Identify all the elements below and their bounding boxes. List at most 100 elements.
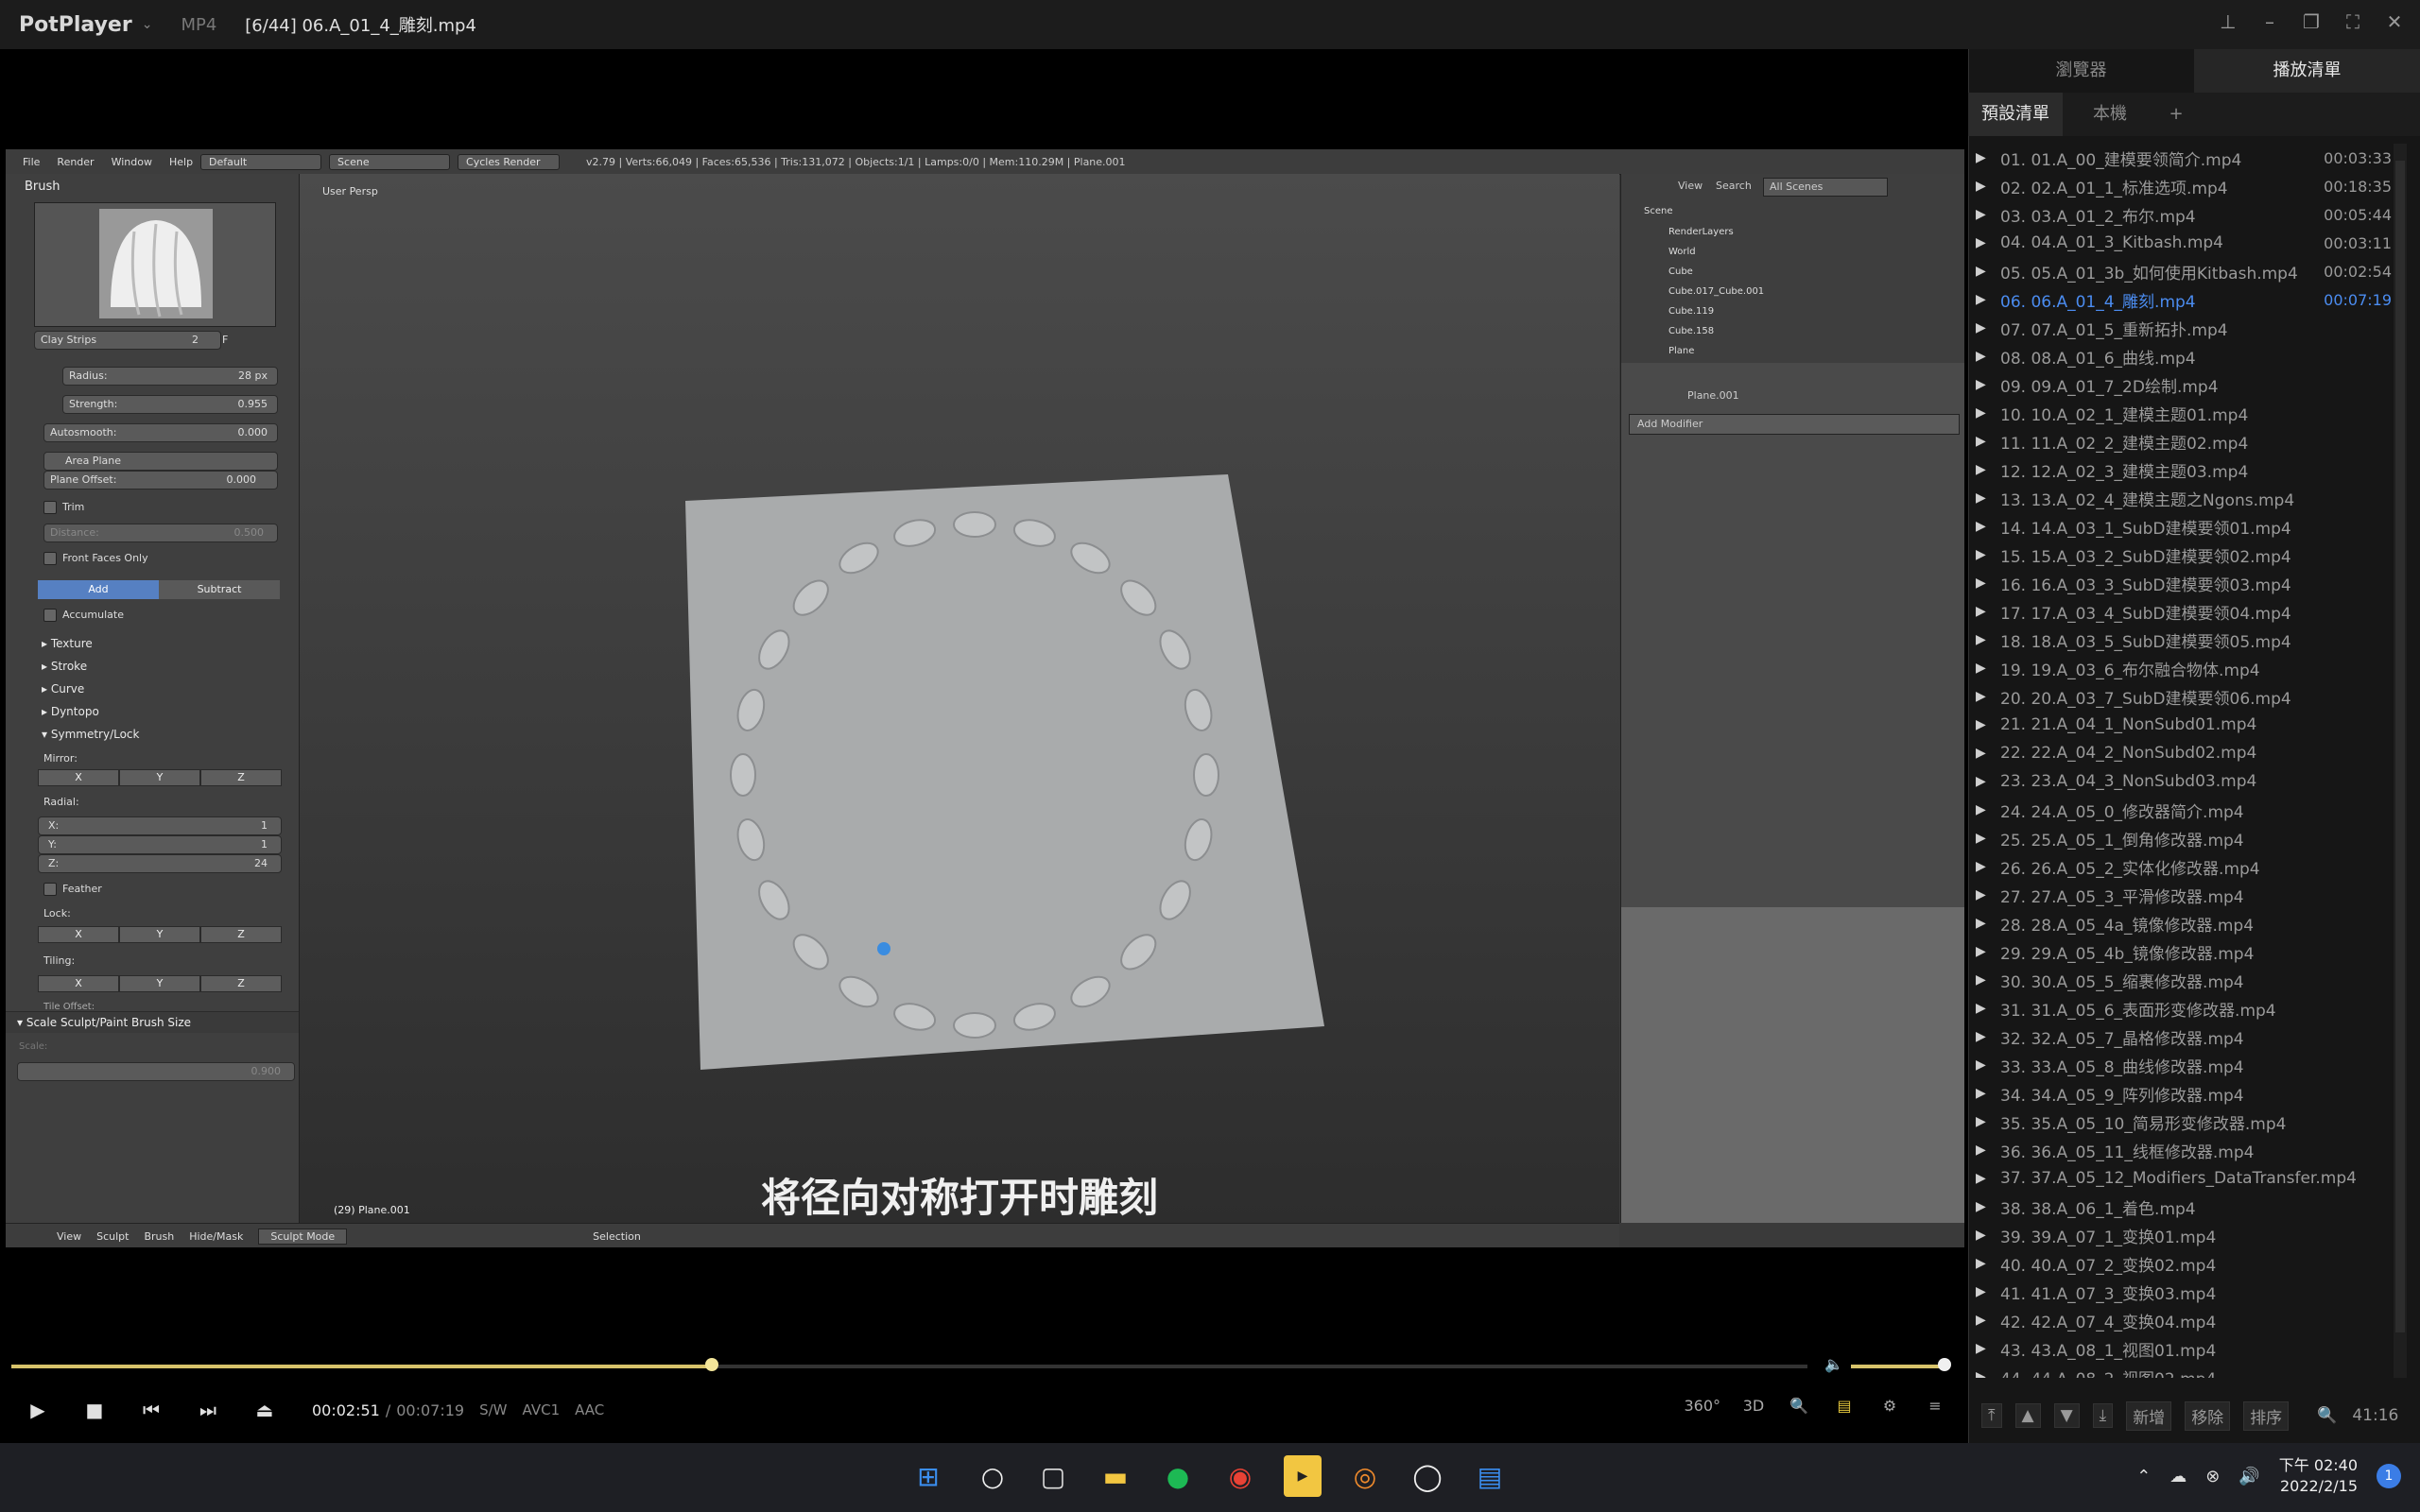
- remove-button[interactable]: 移除: [2185, 1400, 2231, 1431]
- subtab-local[interactable]: 本機: [2063, 93, 2157, 136]
- zoom-search-icon[interactable]: 🔍: [1787, 1397, 1811, 1415]
- windows-start-icon[interactable]: ⊞: [909, 1455, 947, 1497]
- search-app-icon[interactable]: ◯: [1409, 1455, 1446, 1497]
- playlist-item[interactable]: ▶ 08. 08.A_01_6_曲线.mp4: [1976, 342, 2392, 370]
- subtitle-icon[interactable]: ▤: [1832, 1397, 1857, 1415]
- playlist-item[interactable]: ▶ 33. 33.A_05_8_曲线修改器.mp4: [1976, 1051, 2392, 1079]
- tab-browser[interactable]: 瀏覽器: [1968, 49, 2194, 93]
- notification-badge[interactable]: 1: [2377, 1464, 2401, 1488]
- fullscreen-icon[interactable]: ⛶: [2341, 9, 2365, 34]
- playlist-item[interactable]: ▶ 23. 23.A_04_3_NonSubd03.mp4: [1976, 767, 2392, 796]
- playlist-item[interactable]: ▶ 20. 20.A_03_7_SubD建模要领06.mp4: [1976, 682, 2392, 711]
- playlist-item[interactable]: ▶ 35. 35.A_05_10_简易形变修改器.mp4: [1976, 1108, 2392, 1136]
- playlist-item[interactable]: ▶ 02. 02.A_01_1_标准选项.mp4 00:18:35: [1976, 172, 2392, 200]
- search-icon[interactable]: ○: [974, 1455, 1011, 1497]
- pin-icon[interactable]: ⊥: [2216, 9, 2240, 34]
- blender-icon[interactable]: ◎: [1346, 1455, 1384, 1497]
- playlist-item[interactable]: ▶ 09. 09.A_01_7_2D绘制.mp4: [1976, 370, 2392, 399]
- playlist-item[interactable]: ▶ 17. 17.A_03_4_SubD建模要领04.mp4: [1976, 597, 2392, 626]
- playlist-item[interactable]: ▶ 05. 05.A_01_3b_如何使用Kitbash.mp4 00:02:54: [1976, 257, 2392, 285]
- playlist-item[interactable]: ▶ 28. 28.A_05_4a_镜像修改器.mp4: [1976, 909, 2392, 937]
- move-down-icon[interactable]: ▼: [2053, 1403, 2080, 1428]
- playlist-item[interactable]: ▶ 07. 07.A_01_5_重新拓扑.mp4: [1976, 314, 2392, 342]
- playlist-item[interactable]: ▶ 43. 43.A_08_1_视图01.mp4: [1976, 1334, 2392, 1363]
- tag-audio-codec[interactable]: AAC: [575, 1401, 604, 1418]
- playlist-item[interactable]: ▶ 21. 21.A_04_1_NonSubd01.mp4: [1976, 711, 2392, 739]
- sort-button[interactable]: 排序: [2243, 1400, 2290, 1431]
- playlist-item[interactable]: ▶ 29. 29.A_05_4b_镜像修改器.mp4: [1976, 937, 2392, 966]
- volume-slider[interactable]: [1851, 1365, 1945, 1368]
- potplayer-icon[interactable]: ▶: [1284, 1455, 1322, 1497]
- spotify-icon[interactable]: ●: [1159, 1455, 1197, 1497]
- volume-icon[interactable]: 🔈: [1824, 1355, 1843, 1373]
- playlist-item[interactable]: ▶ 30. 30.A_05_5_缩裹修改器.mp4: [1976, 966, 2392, 994]
- close-circle-icon[interactable]: ⊗: [2205, 1467, 2220, 1486]
- playlist-item[interactable]: ▶ 18. 18.A_03_5_SubD建模要领05.mp4: [1976, 626, 2392, 654]
- vr-360-button[interactable]: 360°: [1684, 1397, 1720, 1415]
- playlist-item[interactable]: ▶ 41. 41.A_07_3_变换03.mp4: [1976, 1278, 2392, 1306]
- play-icon[interactable]: ▶: [19, 1399, 57, 1421]
- playlist-item[interactable]: ▶ 13. 13.A_02_4_建模主题之Ngons.mp4: [1976, 484, 2392, 512]
- add-button[interactable]: 新增: [2126, 1400, 2172, 1431]
- playlist-item[interactable]: ▶ 15. 15.A_03_2_SubD建模要领02.mp4: [1976, 541, 2392, 569]
- clock[interactable]: 下午 02:40 2022/2/15: [2279, 1455, 2358, 1497]
- add-tab-button[interactable]: +: [2157, 93, 2195, 136]
- chevron-down-icon[interactable]: ⌄: [142, 17, 153, 32]
- move-up-icon[interactable]: ▲: [2014, 1403, 2041, 1428]
- previous-icon[interactable]: ⏮: [132, 1399, 170, 1421]
- mini-mode-icon[interactable]: ❐: [2299, 9, 2324, 34]
- network-icon[interactable]: ☁: [2169, 1467, 2187, 1486]
- playlist-item[interactable]: ▶ 24. 24.A_05_0_修改器简介.mp4: [1976, 796, 2392, 824]
- playlist-item[interactable]: ▶ 25. 25.A_05_1_倒角修改器.mp4: [1976, 824, 2392, 852]
- folder-icon[interactable]: ▬: [1097, 1455, 1134, 1497]
- chrome-icon[interactable]: ◉: [1221, 1455, 1259, 1497]
- playlist-item[interactable]: ▶ 04. 04.A_01_3_Kitbash.mp4 00:03:11: [1976, 229, 2392, 257]
- move-bottom-icon[interactable]: ⤓: [2092, 1403, 2114, 1428]
- app-logo[interactable]: PotPlayer: [19, 13, 132, 37]
- playlist-item[interactable]: ▶ 42. 42.A_07_4_变换04.mp4: [1976, 1306, 2392, 1334]
- playlist-item[interactable]: ▶ 11. 11.A_02_2_建模主题02.mp4: [1976, 427, 2392, 455]
- playlist-item[interactable]: ▶ 06. 06.A_01_4_雕刻.mp4 00:07:19: [1976, 285, 2392, 314]
- settings-gear-icon[interactable]: ⚙: [1877, 1397, 1902, 1415]
- playlist-item[interactable]: ▶ 40. 40.A_07_2_变换02.mp4: [1976, 1249, 2392, 1278]
- playlist-search-icon[interactable]: 🔍: [2317, 1406, 2337, 1425]
- file-manager-icon[interactable]: ▢: [1034, 1455, 1072, 1497]
- playlist-item[interactable]: ▶ 19. 19.A_03_6_布尔融合物体.mp4: [1976, 654, 2392, 682]
- menu-icon[interactable]: ≡: [1923, 1397, 1947, 1415]
- tab-playlist[interactable]: 播放清單: [2194, 49, 2420, 93]
- close-icon[interactable]: ✕: [2382, 9, 2407, 34]
- playlist-item[interactable]: ▶ 32. 32.A_05_7_晶格修改器.mp4: [1976, 1022, 2392, 1051]
- playlist-item[interactable]: ▶ 10. 10.A_02_1_建模主题01.mp4: [1976, 399, 2392, 427]
- notepad-icon[interactable]: ▤: [1471, 1455, 1509, 1497]
- playlist-item[interactable]: ▶ 03. 03.A_01_2_布尔.mp4 00:05:44: [1976, 200, 2392, 229]
- playlist-item[interactable]: ▶ 39. 39.A_07_1_变换01.mp4: [1976, 1221, 2392, 1249]
- playlist-item[interactable]: ▶ 01. 01.A_00_建模要领简介.mp4 00:03:33: [1976, 144, 2392, 172]
- playlist-item[interactable]: ▶ 44. 44.A_08_2_视图02.mp4: [1976, 1363, 2392, 1378]
- 3d-button[interactable]: 3D: [1741, 1397, 1766, 1415]
- playlist-item[interactable]: ▶ 26. 26.A_05_2_实体化修改器.mp4: [1976, 852, 2392, 881]
- seek-knob[interactable]: [705, 1358, 718, 1371]
- playlist-item[interactable]: ▶ 34. 34.A_05_9_阵列修改器.mp4: [1976, 1079, 2392, 1108]
- tag-sw[interactable]: S/W: [479, 1401, 507, 1418]
- next-icon[interactable]: ⏭: [189, 1399, 227, 1421]
- stop-icon[interactable]: ■: [76, 1399, 113, 1421]
- speaker-icon[interactable]: 🔊: [2238, 1467, 2259, 1486]
- minimize-icon[interactable]: –: [2257, 9, 2282, 34]
- playlist-item[interactable]: ▶ 27. 27.A_05_3_平滑修改器.mp4: [1976, 881, 2392, 909]
- playlist-item[interactable]: ▶ 22. 22.A_04_2_NonSubd02.mp4: [1976, 739, 2392, 767]
- volume-knob[interactable]: [1938, 1358, 1951, 1371]
- eject-icon[interactable]: ⏏: [246, 1399, 284, 1421]
- playlist-item[interactable]: ▶ 16. 16.A_03_3_SubD建模要领03.mp4: [1976, 569, 2392, 597]
- playlist-item[interactable]: ▶ 38. 38.A_06_1_着色.mp4: [1976, 1193, 2392, 1221]
- playback-controls: ▶ ■ ⏮ ⏭ ⏏ 00:02:51 / 00:07:19 S/W AVC1 A…: [0, 1380, 1968, 1440]
- playlist-scroll-thumb[interactable]: [2395, 161, 2405, 1332]
- subtab-default-list[interactable]: 預設清單: [1968, 93, 2063, 136]
- move-top-icon[interactable]: ⤒: [1981, 1403, 2002, 1428]
- playlist-item[interactable]: ▶ 36. 36.A_05_11_线框修改器.mp4: [1976, 1136, 2392, 1164]
- playlist-item[interactable]: ▶ 31. 31.A_05_6_表面形变修改器.mp4: [1976, 994, 2392, 1022]
- playlist-item[interactable]: ▶ 12. 12.A_02_3_建模主题03.mp4: [1976, 455, 2392, 484]
- playlist-item[interactable]: ▶ 37. 37.A_05_12_Modifiers_DataTransfer.m…: [1976, 1164, 2392, 1193]
- playlist-item[interactable]: ▶ 14. 14.A_03_1_SubD建模要领01.mp4: [1976, 512, 2392, 541]
- chevron-up-icon[interactable]: ⌃: [2136, 1467, 2151, 1486]
- tag-video-codec[interactable]: AVC1: [523, 1401, 561, 1418]
